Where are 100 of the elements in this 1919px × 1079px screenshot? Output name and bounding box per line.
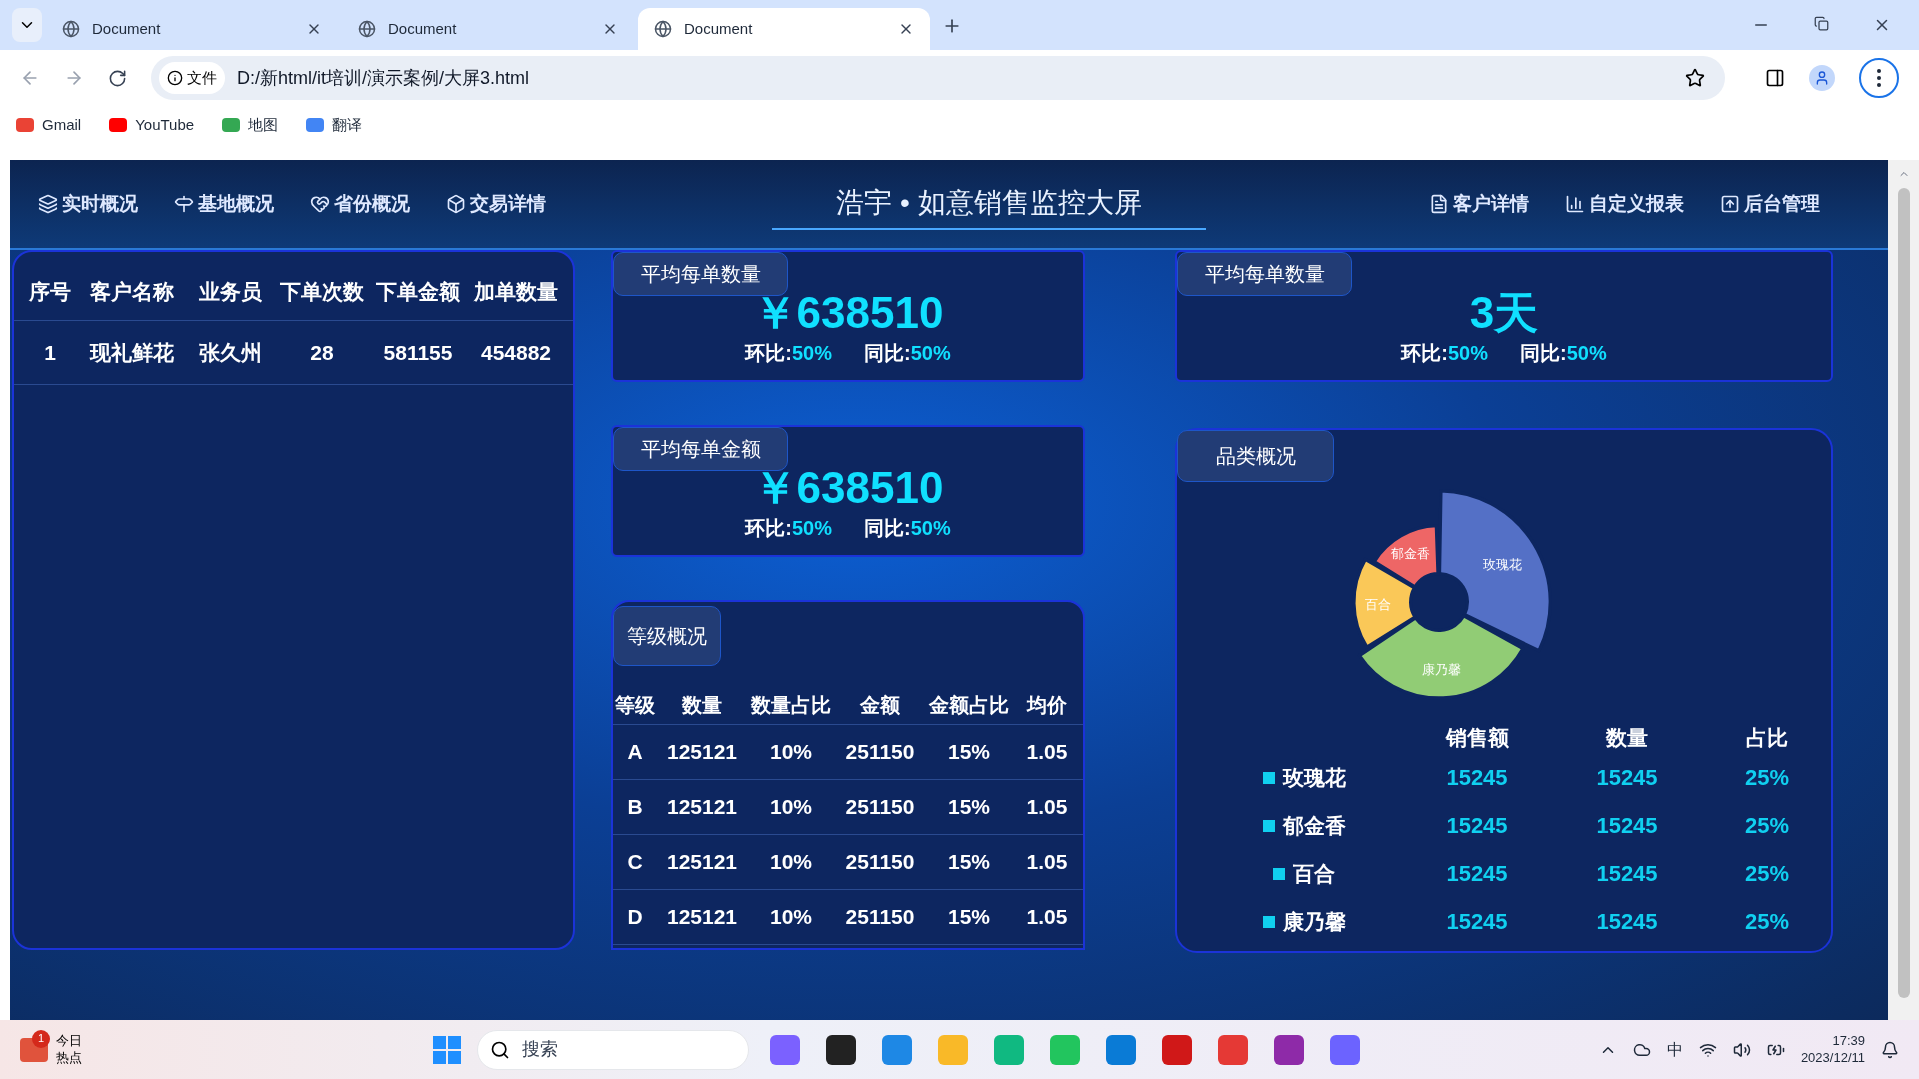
nav-link[interactable]: 实时概况 xyxy=(38,189,138,219)
stat-value: 3天 xyxy=(1468,288,1540,338)
table-cell-text: 10% xyxy=(769,794,813,821)
restore-icon[interactable] xyxy=(1814,16,1829,31)
nav-icon xyxy=(1720,194,1740,214)
url-text: D:/新html/it培训/演示案例/大屏3.html xyxy=(237,66,531,90)
table-cell-text: 25% xyxy=(1743,812,1790,840)
profile-avatar[interactable] xyxy=(1809,65,1835,91)
table-cell-text: 15% xyxy=(947,794,991,821)
globe-icon xyxy=(654,20,672,38)
column-header: 金额 xyxy=(859,693,901,718)
table-cell-text: 1 xyxy=(43,339,57,366)
table-cell-text: C xyxy=(626,849,644,876)
nav-link[interactable]: 省份概况 xyxy=(310,189,410,219)
column-header: 下单金额 xyxy=(375,279,461,305)
column-header: 数量 xyxy=(1604,725,1649,751)
legend-square-icon xyxy=(1262,771,1275,784)
table-cell-text: 10% xyxy=(769,904,813,931)
scrollbar[interactable] xyxy=(1888,160,1919,1020)
browser-tab[interactable]: Document xyxy=(342,8,634,50)
volume-icon[interactable] xyxy=(1732,1040,1751,1059)
bookmark-icon xyxy=(306,118,325,133)
table-cell-text: A xyxy=(626,739,644,766)
table-cell-text: 125121 xyxy=(665,739,739,766)
nav-icon xyxy=(310,194,330,214)
table-cell-text: 10% xyxy=(769,849,813,876)
tab-title: Document xyxy=(92,18,162,39)
table-cell-text: 15245 xyxy=(1595,860,1659,888)
table-cell-text: 25% xyxy=(1743,908,1790,936)
app-icon[interactable] xyxy=(1274,1034,1305,1065)
column-header: 数量占比 xyxy=(750,693,832,718)
table-cell-text: 现礼鲜花 xyxy=(88,339,175,366)
nav-link[interactable]: 交易详情 xyxy=(446,189,546,219)
nav-link[interactable]: 客户详情 xyxy=(1429,189,1529,219)
globe-icon xyxy=(358,20,376,38)
table-cell-text: 15% xyxy=(947,739,991,766)
ime-indicator[interactable]: 中 xyxy=(1666,1037,1683,1062)
nav-icon xyxy=(446,194,466,214)
bookmark-icon xyxy=(16,118,34,133)
table-cell-text: 581155 xyxy=(382,339,454,366)
column-header: 加单数量 xyxy=(473,279,559,305)
nav-link[interactable]: 后台管理 xyxy=(1720,189,1820,219)
side-panel-icon[interactable] xyxy=(1765,68,1785,88)
column-header: 序号 xyxy=(28,279,72,305)
bookmark-icon xyxy=(109,118,128,133)
news-subtitle: 热点 xyxy=(56,1049,82,1066)
table-cell-text: 15% xyxy=(947,849,991,876)
browser-tab[interactable]: Document xyxy=(638,8,930,50)
bookmark-link[interactable]: YouTube xyxy=(109,114,195,137)
legend-square-icon xyxy=(1262,819,1275,832)
column-header: 金额占比 xyxy=(928,693,1010,718)
table-cell-text: 张久州 xyxy=(197,339,263,366)
nav-icon xyxy=(38,194,58,214)
category-name: 玫瑰花 xyxy=(1282,764,1346,791)
column-header: 客户名称 xyxy=(89,279,175,305)
table-cell-text: 1.05 xyxy=(1025,739,1069,766)
table-cell-text: 251150 xyxy=(844,739,916,766)
column-header: 等级 xyxy=(614,693,656,718)
ratio-text: 环比:50% xyxy=(1401,341,1488,366)
windows-logo-icon[interactable] xyxy=(433,1035,462,1064)
bookmark-icon xyxy=(222,118,241,133)
ratio-text: 环比:50% xyxy=(745,516,832,541)
column-header: 占比 xyxy=(1745,725,1789,751)
column-header: 下单次数 xyxy=(279,279,365,305)
bookmark-link[interactable]: 翻译 xyxy=(306,114,363,137)
table-cell-text: 251150 xyxy=(844,794,916,821)
more-icon xyxy=(1877,69,1881,87)
slice-label: 郁金香 xyxy=(1391,546,1431,562)
ratio-text: 同比:50% xyxy=(1520,341,1607,366)
news-title: 今日 xyxy=(56,1033,82,1050)
address-bar[interactable]: 文件 D:/新html/it培训/演示案例/大屏3.html xyxy=(151,56,1725,100)
search-field[interactable]: 搜索 xyxy=(477,1029,750,1070)
column-header: 销售额 xyxy=(1444,725,1510,751)
nav-link[interactable]: 自定义报表 xyxy=(1565,189,1684,219)
tab-title: Document xyxy=(388,18,458,39)
table-cell-text: 1.05 xyxy=(1025,904,1069,931)
column-header: 业务员 xyxy=(197,279,263,305)
table-cell-text: 15245 xyxy=(1595,908,1659,936)
reload-icon[interactable] xyxy=(108,68,127,88)
search-icon xyxy=(490,1039,511,1060)
table-cell-text: 15245 xyxy=(1445,908,1509,936)
category-name: 郁金香 xyxy=(1282,812,1346,839)
browser-tab[interactable]: Document xyxy=(46,8,338,50)
table-cell-text: 125121 xyxy=(665,794,739,821)
slice-label: 康乃馨 xyxy=(1422,661,1462,677)
nav-icon xyxy=(174,194,194,214)
nav-link[interactable]: 基地概况 xyxy=(174,189,274,219)
bookmark-link[interactable]: 地图 xyxy=(222,114,279,137)
star-icon[interactable] xyxy=(1685,68,1705,88)
table-cell-text: 251150 xyxy=(844,904,916,931)
site-info-chip[interactable]: 文件 xyxy=(159,62,225,94)
app-icon[interactable] xyxy=(826,1034,857,1065)
person-icon xyxy=(1814,70,1830,86)
table-cell-text: 125121 xyxy=(665,849,739,876)
bookmark-link[interactable]: Gmail xyxy=(16,114,82,137)
ratio-text: 环比:50% xyxy=(745,341,832,366)
dashboard-title: 浩宇 • 如意销售监控大屏 xyxy=(772,178,1206,230)
menu-button[interactable] xyxy=(1859,58,1899,98)
bell-icon[interactable] xyxy=(1881,1040,1899,1059)
table-cell-text: 15245 xyxy=(1445,764,1509,792)
